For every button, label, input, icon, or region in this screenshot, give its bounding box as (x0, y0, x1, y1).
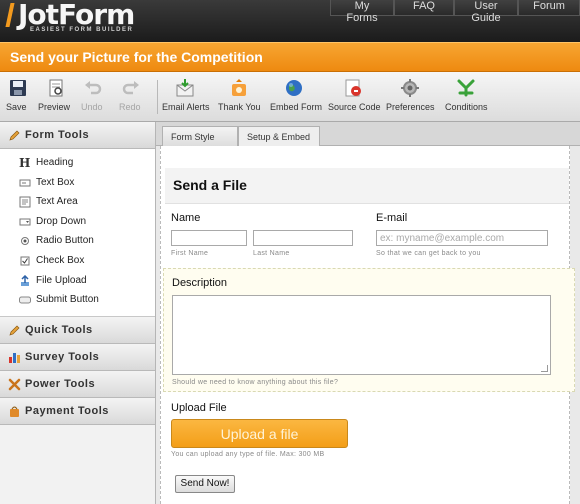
payment-tools-header[interactable]: Payment Tools (0, 397, 155, 425)
thank-you-icon (232, 79, 246, 96)
gear-icon (401, 79, 419, 97)
banner-title[interactable]: Send your Picture for the Competition (10, 49, 263, 65)
undo-button[interactable]: Undo (81, 78, 105, 112)
source-code-icon (345, 79, 361, 97)
tools-icon (8, 378, 21, 390)
description-sublabel: Should we need to know anything about th… (172, 379, 339, 386)
redo-button[interactable]: Redo (119, 78, 143, 112)
bar-chart-icon (9, 352, 20, 363)
first-name-input[interactable] (171, 230, 247, 246)
upload-label: Upload File (171, 402, 227, 414)
tool-heading[interactable]: H Heading (0, 153, 155, 173)
toolbar: Save Preview Undo Redo Email Alerts Than… (0, 72, 580, 122)
description-textarea[interactable] (172, 295, 551, 375)
embed-form-button[interactable]: Embed Form (270, 78, 322, 112)
tool-drop-down[interactable]: Drop Down (0, 212, 155, 232)
nav-my-forms[interactable]: My Forms (330, 0, 394, 24)
check-box-icon (20, 256, 30, 266)
tab-setup-embed[interactable]: Setup & Embed (238, 126, 320, 146)
description-label: Description (172, 277, 228, 289)
form-heading-block[interactable]: Send a File (165, 168, 569, 204)
tab-form-style[interactable]: Form Style (162, 126, 238, 146)
file-upload-icon (21, 274, 29, 286)
tool-check-box[interactable]: Check Box (0, 251, 155, 271)
undo-icon (85, 81, 102, 95)
logo-mark (5, 3, 15, 27)
first-name-sublabel: First Name (171, 250, 209, 257)
preferences-button[interactable]: Preferences (386, 78, 435, 112)
email-sublabel: So that we can get back to you (376, 250, 481, 257)
top-header: JotForm EASIEST FORM BUILDER My Forms FA… (0, 0, 580, 42)
power-tools-header[interactable]: Power Tools (0, 370, 155, 398)
globe-icon (286, 80, 302, 96)
pencil-icon (9, 130, 20, 141)
form-tools-list: H Heading Text Box Text Area Drop Down R… (0, 149, 155, 317)
form-title-banner: Send your Picture for the Competition (0, 42, 580, 72)
nav-faq[interactable]: FAQ (394, 0, 454, 16)
editor-tabs: Form Style Setup & Embed (156, 122, 580, 146)
last-name-input[interactable] (253, 230, 353, 246)
tool-text-area[interactable]: Text Area (0, 192, 155, 212)
tool-file-upload[interactable]: File Upload (0, 271, 155, 291)
resize-handle[interactable] (541, 365, 548, 372)
drop-down-icon (19, 218, 31, 226)
nav-forum[interactable]: Forum (518, 0, 580, 16)
thank-you-button[interactable]: Thank You (218, 78, 261, 112)
heading-icon: H (19, 156, 31, 170)
form-tools-header[interactable]: Form Tools (0, 122, 155, 149)
submit-button-icon (19, 296, 31, 304)
conditions-button[interactable]: Conditions (445, 78, 488, 112)
payment-bag-icon (10, 406, 19, 417)
email-icon (176, 79, 194, 97)
name-label: Name (171, 212, 201, 224)
nav-user-guide[interactable]: User Guide (454, 0, 518, 24)
top-nav: My Forms FAQ User Guide Forum (330, 0, 580, 24)
send-now-button[interactable]: Send Now! (175, 475, 235, 493)
form-editor: Form Style Setup & Embed Send a File Nam… (156, 122, 580, 504)
form-title: Send a File (173, 177, 247, 193)
source-code-button[interactable]: Source Code (328, 78, 381, 112)
preview-icon (49, 79, 63, 97)
preview-button[interactable]: Preview (38, 78, 74, 112)
save-button[interactable]: Save (6, 78, 30, 112)
tool-text-box[interactable]: Text Box (0, 173, 155, 193)
email-alerts-button[interactable]: Email Alerts (162, 78, 210, 112)
pencil-icon (9, 325, 20, 336)
toolbar-divider (157, 80, 158, 114)
text-box-icon (19, 179, 31, 187)
email-label: E-mail (376, 212, 408, 224)
radio-button-icon (21, 237, 29, 246)
logo-tagline: EASIEST FORM BUILDER (30, 27, 134, 33)
quick-tools-header[interactable]: Quick Tools (0, 316, 155, 344)
tool-submit-button[interactable]: Submit Button (0, 290, 155, 310)
text-area-icon (19, 196, 31, 208)
sidebar: Form Tools H Heading Text Box Text Area … (0, 122, 156, 504)
form-canvas: Send a File Name First Name Last Name E-… (160, 146, 575, 504)
email-input[interactable]: ex: myname@example.com (376, 230, 548, 246)
survey-tools-header[interactable]: Survey Tools (0, 343, 155, 371)
last-name-sublabel: Last Name (253, 250, 290, 257)
tool-radio-button[interactable]: Radio Button (0, 231, 155, 251)
upload-sublabel: You can upload any type of file. Max: 30… (171, 451, 325, 458)
floppy-disk-icon (10, 80, 26, 96)
redo-icon (122, 81, 139, 95)
conditions-icon (457, 79, 475, 97)
description-field-block[interactable]: Description Should we need to know anyth… (163, 268, 575, 392)
upload-file-button[interactable]: Upload a file (171, 419, 348, 448)
